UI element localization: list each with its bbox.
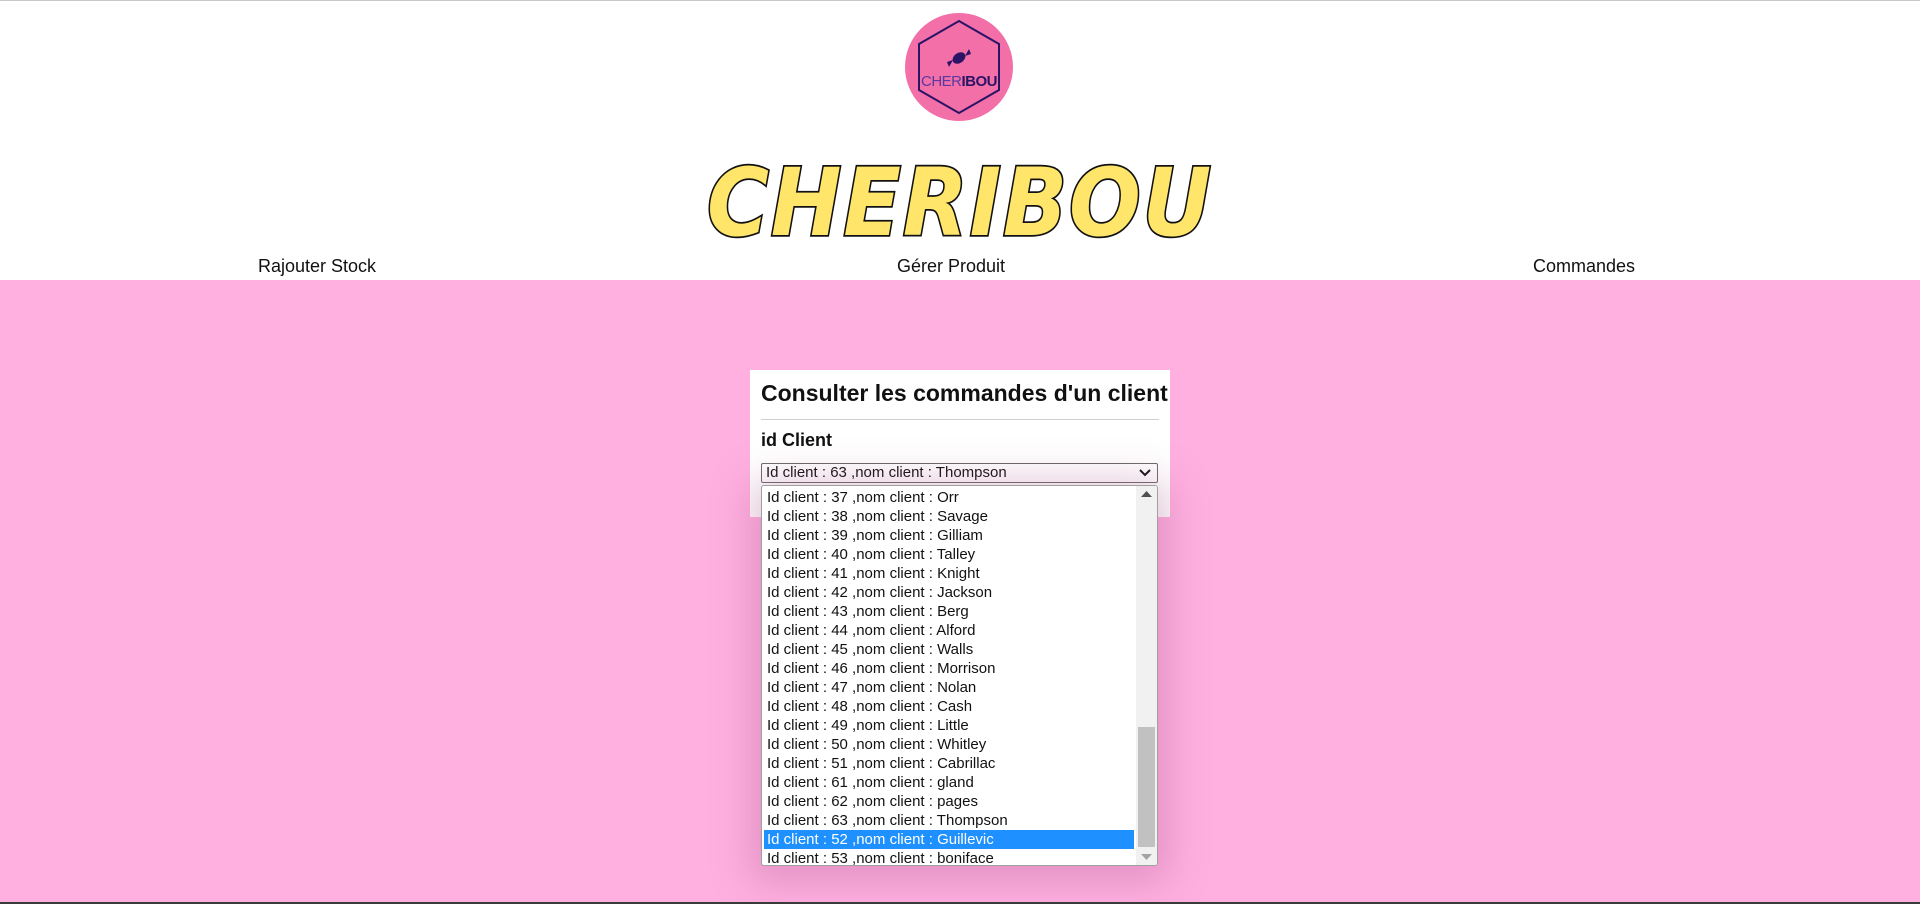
divider [761,419,1159,420]
client-option[interactable]: Id client : 51 ,nom client : Cabrillac [764,754,1134,773]
client-dropdown-list[interactable]: Id client : 37 ,nom client : Orr Id clie… [761,485,1158,866]
logo: CHERIBOU [905,13,1013,121]
client-option[interactable]: Id client : 49 ,nom client : Little [764,716,1134,735]
client-option[interactable]: Id client : 38 ,nom client : Savage [764,507,1134,526]
site-header: CHERIBOU CHERIBOU [0,1,1920,279]
nav-commandes[interactable]: Commandes [1533,256,1635,277]
scrollbar-thumb[interactable] [1138,727,1155,847]
nav-gerer-produit[interactable]: Gérer Produit [897,256,1005,277]
client-option[interactable]: Id client : 43 ,nom client : Berg [764,602,1134,621]
client-option[interactable]: Id client : 62 ,nom client : pages [764,792,1134,811]
wordmark-text: CHERIBOU [707,151,1213,251]
id-client-label: id Client [761,430,832,450]
client-option[interactable]: Id client : 40 ,nom client : Talley [764,545,1134,564]
hexagon-outline-icon [918,19,1000,115]
client-option[interactable]: Id client : 63 ,nom client : Thompson [764,811,1134,830]
chevron-down-icon [1139,469,1151,477]
dropdown-scrollbar[interactable] [1136,486,1157,865]
candy-icon [947,49,971,67]
client-options: Id client : 37 ,nom client : Orr Id clie… [764,488,1134,865]
client-option[interactable]: Id client : 48 ,nom client : Cash [764,697,1134,716]
client-option[interactable]: Id client : 44 ,nom client : Alford [764,621,1134,640]
client-option[interactable]: Id client : 61 ,nom client : gland [764,773,1134,792]
client-option[interactable]: Id client : 47 ,nom client : Nolan [764,678,1134,697]
scroll-down-arrow-icon[interactable] [1136,848,1157,865]
client-select-value: Id client : 63 ,nom client : Thompson [766,464,1007,481]
logo-text: CHERIBOU [905,73,1013,90]
main-nav: Rajouter Stock Gérer Produit Commandes [0,256,1920,280]
logo-text-bold: IBOU [961,73,998,90]
client-option[interactable]: Id client : 53 ,nom client : boniface [764,849,1134,865]
client-option-highlighted[interactable]: Id client : 52 ,nom client : Guillevic [764,830,1134,849]
client-option[interactable]: Id client : 37 ,nom client : Orr [764,488,1134,507]
scroll-up-arrow-icon[interactable] [1136,486,1157,503]
nav-rajouter-stock[interactable]: Rajouter Stock [258,256,376,277]
client-option[interactable]: Id client : 41 ,nom client : Knight [764,564,1134,583]
client-option[interactable]: Id client : 39 ,nom client : Gilliam [764,526,1134,545]
client-option[interactable]: Id client : 50 ,nom client : Whitley [764,735,1134,754]
client-option[interactable]: Id client : 46 ,nom client : Morrison [764,659,1134,678]
logo-text-light: CHER [920,73,962,90]
card-title: Consulter les commandes d'un client [761,380,1168,406]
client-option[interactable]: Id client : 42 ,nom client : Jackson [764,583,1134,602]
client-select[interactable]: Id client : 63 ,nom client : Thompson [761,463,1158,483]
client-option[interactable]: Id client : 45 ,nom client : Walls [764,640,1134,659]
wordmark: CHERIBOU [705,151,1213,251]
